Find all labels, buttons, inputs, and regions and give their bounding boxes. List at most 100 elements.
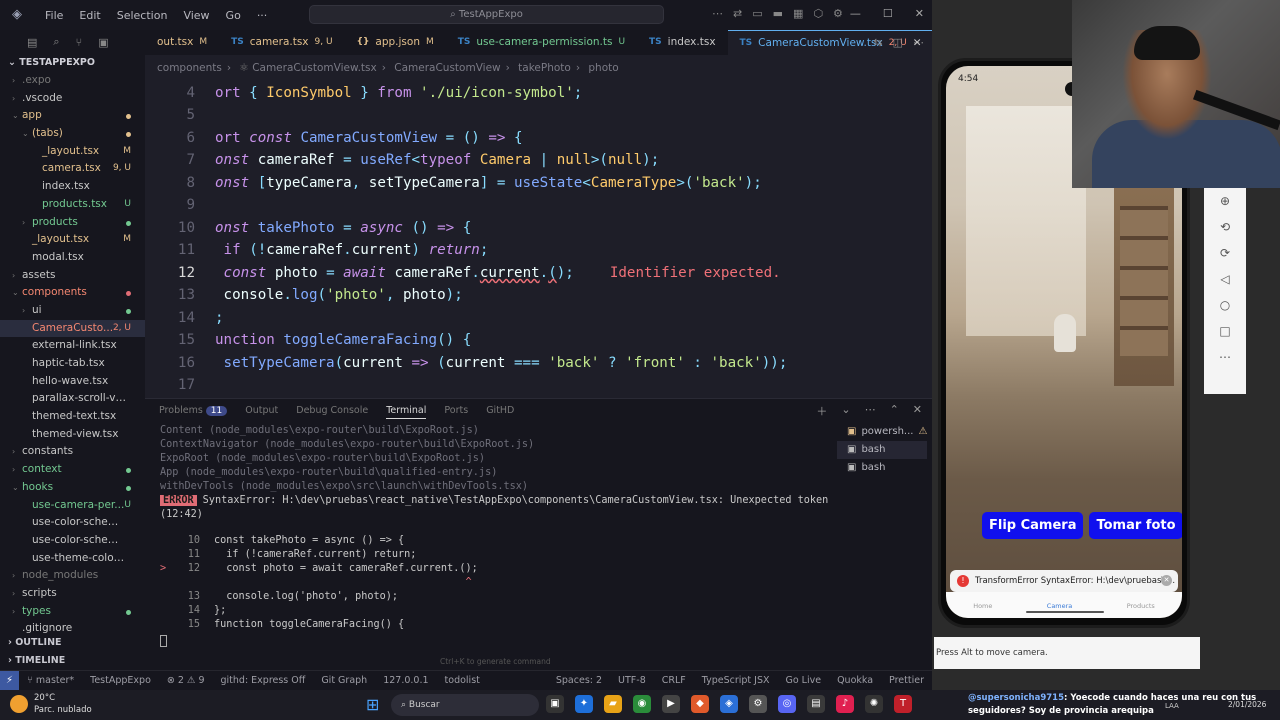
editor-tab[interactable]: TS camera.tsx 9, U [219,30,344,55]
quokka-status[interactable]: Quokka [829,675,881,686]
go-live-status[interactable]: Go Live [777,675,829,686]
tree-file[interactable]: themed-view.tsx [0,426,145,444]
tree-folder[interactable]: › ui [0,302,145,320]
split-editor-icon[interactable]: ◫ [893,30,903,55]
close-panel-icon[interactable]: ✕ [913,403,922,419]
terminal-icon[interactable]: ▶ [662,695,680,713]
command-center-search[interactable]: ⌕ TestAppExpo [309,5,664,24]
search-icon[interactable]: ⌕ [53,35,59,49]
app-icon[interactable]: T [894,695,912,713]
copilot-icon[interactable]: ✦ [575,695,593,713]
settings-icon[interactable]: ⚙ [749,695,767,713]
menu-file[interactable]: File [37,9,71,22]
notepad-icon[interactable]: ▤ [807,695,825,713]
maximize-icon[interactable]: ☐ [883,7,893,20]
overview-icon[interactable]: □ [1219,324,1230,338]
tree-folder[interactable]: ⌄ app [0,107,145,125]
tab-home[interactable]: Home [973,602,992,618]
take-photo-button[interactable]: Tomar foto [1089,512,1182,539]
rotate-left-icon[interactable]: ⟲ [1220,220,1230,234]
task-view-icon[interactable]: ▣ [546,695,564,713]
home-indicator[interactable] [1026,611,1104,613]
close-icon[interactable]: ✕ [915,7,924,20]
terminal-instance[interactable]: ▣ bash [837,459,927,477]
tree-file[interactable]: use-theme-color.ts [0,550,145,568]
server-status[interactable]: 127.0.0.1 [375,675,436,686]
tree-file[interactable]: external-link.tsx [0,337,145,355]
spaces-status[interactable]: Spaces: 2 [548,675,610,686]
chatgpt-icon[interactable]: ✺ [865,695,883,713]
tab-githd[interactable]: GitHD [486,404,514,419]
language-status[interactable]: TypeScript JSX [694,675,778,686]
menu-selection[interactable]: Selection [109,9,176,22]
project-status[interactable]: TestAppExpo [82,675,159,686]
extensions-icon[interactable]: ▣ [98,36,108,49]
editor-tab[interactable]: TS index.tsx [637,30,728,55]
brave-icon[interactable]: ◆ [691,695,709,713]
explorer-icon[interactable]: ▤ [27,36,37,49]
toggle-sidebar-icon[interactable]: ▭ [752,7,762,20]
terminal-dropdown-icon[interactable]: ⌄ [841,403,850,419]
tree-file[interactable]: use-camera-per... U [0,497,145,515]
code-editor[interactable]: 4 ort { IconSymbol } from './ui/icon-symb… [145,81,932,398]
menu-go[interactable]: Go [218,9,249,22]
breadcrumb-item[interactable]: components [157,62,222,74]
githd-status[interactable]: githd: Express Off [213,675,314,686]
tree-file[interactable]: _layout.tsx M [0,143,145,161]
tree-file[interactable]: use-color-scheme.we... [0,532,145,550]
tab-products[interactable]: Products [1127,602,1155,618]
tab-output[interactable]: Output [245,404,278,419]
tree-file[interactable]: modal.tsx [0,249,145,267]
editor-tab[interactable]: TS use-camera-permission.ts U [446,30,637,55]
terminal-instance[interactable]: ▣ powersh... ⚠ [837,423,927,441]
tree-folder[interactable]: ⌄ (tabs) [0,125,145,143]
minimize-icon[interactable]: — [850,7,861,20]
tab-terminal[interactable]: Terminal [386,404,427,419]
tree-file[interactable]: haptic-tab.tsx [0,355,145,373]
tree-file[interactable]: CameraCusto... 2, U [0,319,145,338]
tab-ports[interactable]: Ports [444,404,468,419]
tree-folder[interactable]: › types [0,603,145,621]
more-icon[interactable]: ⋯ [1219,350,1231,364]
layout-icon[interactable]: ▦ [793,7,803,20]
tree-folder[interactable]: › node_modules [0,567,145,585]
tree-folder[interactable]: › assets [0,267,145,285]
tree-file[interactable]: index.tsx [0,178,145,196]
menu-edit[interactable]: Edit [71,9,108,22]
terminal-output[interactable]: Content (node_modules\expo-router\build\… [160,424,840,630]
menu-view[interactable]: View [175,9,217,22]
flip-camera-button[interactable]: Flip Camera [982,512,1084,539]
language-indicator[interactable]: LAA [1165,702,1179,710]
error-toast[interactable]: ! TransformError SyntaxError: H:\dev\pru… [950,570,1178,592]
tree-file[interactable]: hello-wave.tsx [0,373,145,391]
editor-tab[interactable]: out.tsx M [145,30,219,55]
more-icon[interactable]: ⋯ [712,7,723,20]
prettier-status[interactable]: Prettier [881,675,932,686]
tree-file[interactable]: camera.tsx 9, U [0,160,145,178]
home-icon[interactable]: ○ [1220,298,1230,312]
encoding-status[interactable]: UTF-8 [610,675,654,686]
maximize-panel-icon[interactable]: ⌃ [890,403,899,419]
new-terminal-icon[interactable]: ＋ [816,403,827,419]
tiktok-icon[interactable]: ♪ [836,695,854,713]
settings-gear-icon[interactable]: ⚙ [833,7,843,20]
breadcrumb-item[interactable]: CameraCustomView [394,62,500,74]
git-graph-status[interactable]: Git Graph [313,675,375,686]
tree-file[interactable]: _layout.tsx M [0,231,145,249]
tree-file[interactable]: parallax-scroll-view.tsx [0,390,145,408]
system-clock[interactable]: 2/01/2026 [1228,700,1266,709]
tree-folder[interactable]: › context [0,461,145,479]
eol-status[interactable]: CRLF [654,675,694,686]
tree-file[interactable]: use-color-scheme.ts [0,514,145,532]
remote-icon[interactable]: ⚡ [0,670,20,690]
zoom-icon[interactable]: ⊕ [1220,194,1230,208]
toggle-panel-icon[interactable]: ▬ [773,7,783,20]
discord-icon[interactable]: ◎ [778,695,796,713]
vscode-icon[interactable]: ◈ [720,695,738,713]
taskbar-search[interactable]: ⌕ Buscar [391,694,539,716]
branch-status[interactable]: ⑂ master* [19,675,82,686]
tab-problems[interactable]: Problems 11 [159,404,228,419]
tab-debug-console[interactable]: Debug Console [296,404,368,419]
menu-more[interactable]: ··· [249,9,276,22]
breadcrumb-item[interactable]: photo [588,62,618,74]
